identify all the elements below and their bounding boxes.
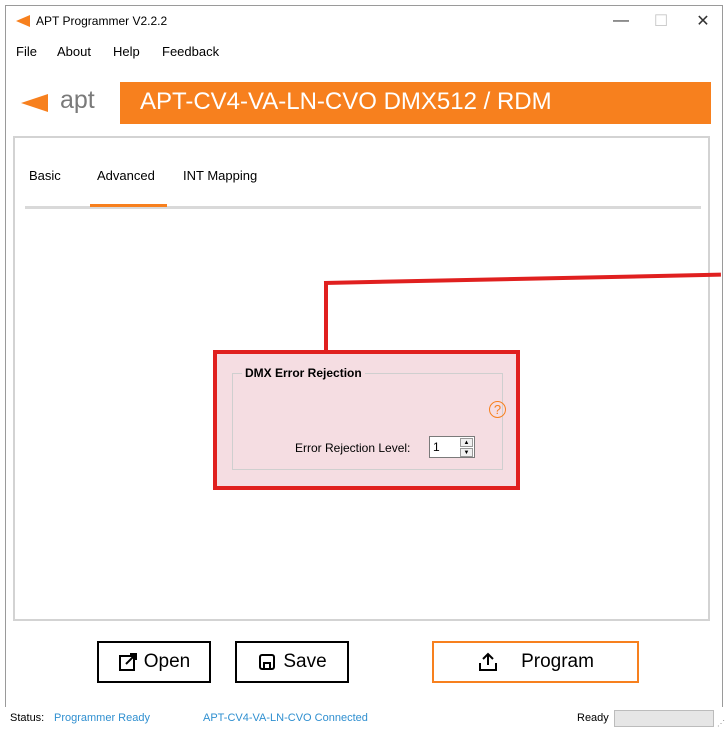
active-tab-indicator — [90, 204, 167, 207]
highlight-callout: DMX Error Rejection ? Error Rejection Le… — [213, 350, 520, 490]
brand-header: apt APT-CV4-VA-LN-CVO DMX512 / RDM — [14, 82, 711, 124]
status-bar: Status: Programmer Ready APT-CV4-VA-LN-C… — [0, 707, 726, 730]
dmx-error-rejection-group: DMX Error Rejection ? Error Rejection Le… — [232, 366, 506, 470]
menu-file[interactable]: File — [16, 44, 37, 59]
ready-status: Ready — [577, 712, 609, 724]
title-bar: APT Programmer V2.2.2 — ☐ ✕ — [6, 6, 722, 36]
help-icon[interactable]: ? — [489, 401, 506, 418]
stepper-value[interactable]: 1 — [433, 440, 440, 454]
window-title: APT Programmer V2.2.2 — [36, 14, 168, 28]
chevron-down-icon: ▼ — [463, 449, 470, 456]
apt-logo-icon — [16, 15, 30, 27]
device-title: APT-CV4-VA-LN-CVO DMX512 / RDM — [140, 88, 552, 115]
open-label: Open — [143, 651, 191, 672]
tab-basic[interactable]: Basic — [29, 168, 61, 183]
maximize-icon: ☐ — [653, 13, 669, 30]
error-rejection-label: Error Rejection Level: — [295, 441, 411, 455]
callout-line — [324, 283, 328, 352]
help-icon-glyph: ? — [493, 402, 502, 417]
minimize-button[interactable]: — — [601, 10, 641, 32]
status-value: Programmer Ready — [54, 712, 150, 724]
save-button[interactable]: Save — [235, 641, 349, 683]
open-external-icon — [118, 653, 137, 671]
close-icon: ✕ — [696, 13, 710, 30]
open-button[interactable]: Open — [97, 641, 211, 683]
chevron-up-icon: ▲ — [463, 439, 470, 446]
close-button[interactable]: ✕ — [683, 10, 723, 32]
stepper-down-button[interactable]: ▼ — [460, 448, 473, 457]
error-rejection-level-stepper[interactable]: 1 ▲ ▼ — [429, 436, 475, 458]
status-label: Status: — [10, 712, 45, 724]
tab-int-mapping[interactable]: INT Mapping — [183, 168, 257, 183]
save-icon — [259, 654, 276, 670]
progress-bar — [614, 710, 714, 727]
menu-about[interactable]: About — [57, 44, 91, 59]
minimize-icon: — — [613, 12, 629, 29]
save-label: Save — [283, 651, 327, 672]
tab-advanced[interactable]: Advanced — [97, 168, 155, 183]
program-button[interactable]: Program — [432, 641, 639, 683]
maximize-button[interactable]: ☐ — [641, 10, 681, 32]
resize-grip-icon[interactable]: ⋰ — [717, 719, 725, 728]
brand-name: apt — [60, 86, 95, 114]
stepper-up-button[interactable]: ▲ — [460, 438, 473, 447]
apt-arrow-icon — [21, 94, 48, 112]
connection-status: APT-CV4-VA-LN-CVO Connected — [203, 712, 368, 724]
brand-logo-area: apt — [14, 82, 120, 124]
program-label: Program — [521, 651, 594, 672]
upload-icon — [479, 652, 498, 671]
tab-bar: Basic Advanced INT Mapping — [25, 138, 701, 209]
menu-feedback[interactable]: Feedback — [162, 44, 219, 59]
group-title: DMX Error Rejection — [242, 366, 365, 380]
menu-help[interactable]: Help — [113, 44, 140, 59]
